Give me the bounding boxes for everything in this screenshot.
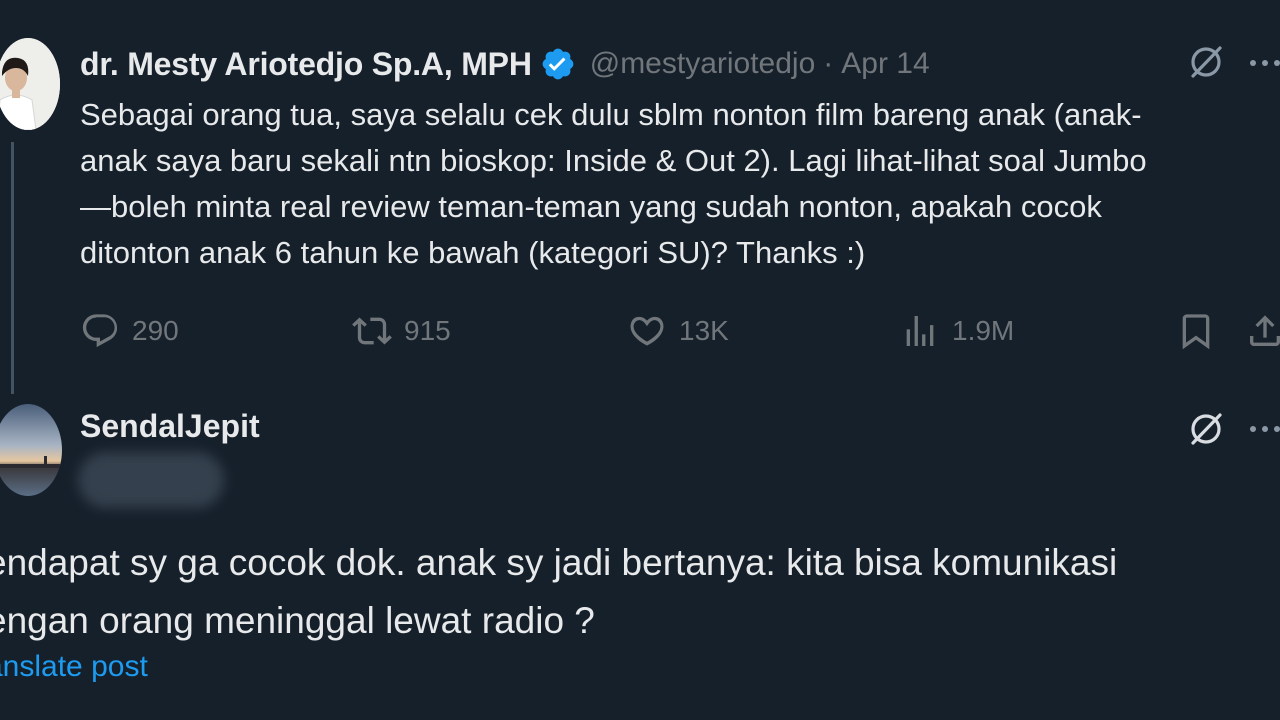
tweet-text-line: anak saya baru sekali ntn bioskop: Insid… (80, 143, 1147, 178)
thread-line (11, 142, 14, 394)
reply-avatar[interactable] (0, 404, 62, 496)
timeline: dr. Mesty Ariotedjo Sp.A, MPH @mestyario… (0, 0, 1280, 720)
repost-button[interactable]: 915 (352, 306, 451, 356)
like-count: 13K (679, 315, 729, 346)
repost-icon (352, 317, 392, 345)
author-name[interactable]: dr. Mesty Ariotedjo Sp.A, MPH (80, 46, 532, 83)
reply-text: endapat sy ga cocok dok. anak sy jadi be… (0, 534, 1280, 650)
views-button[interactable]: 1.9M (900, 306, 1014, 356)
more-icon[interactable] (1250, 426, 1280, 432)
tweet-text-line: ditonton anak 6 tahun ke bawah (kategori… (80, 235, 866, 270)
more-icon[interactable] (1250, 60, 1280, 66)
reply-text-line: engan orang meninggal lewat radio ? (0, 600, 595, 641)
views-count: 1.9M (952, 315, 1015, 346)
reply-count: 290 (132, 315, 179, 346)
tweet-actions: 290 915 13K 1.9M (0, 306, 1280, 356)
bookmark-button[interactable] (1176, 306, 1228, 356)
tweet-text: Sebagai orang tua, saya selalu cek dulu … (80, 92, 1280, 276)
reply-author-name[interactable]: SendalJepit (80, 408, 260, 445)
avatar[interactable] (0, 38, 60, 130)
translate-post-link[interactable]: anslate post (0, 650, 148, 684)
share-button[interactable] (1245, 306, 1280, 356)
repost-count: 915 (404, 315, 451, 346)
post-date[interactable]: Apr 14 (841, 47, 929, 81)
share-icon (1250, 315, 1280, 346)
blurred-handle (78, 452, 224, 508)
heart-icon (630, 316, 664, 346)
separator-dot: · (823, 47, 834, 80)
reply-icon (82, 314, 118, 348)
grok-icon[interactable] (1187, 43, 1225, 81)
tweet-header: dr. Mesty Ariotedjo Sp.A, MPH @mestyario… (80, 40, 930, 88)
author-handle[interactable]: @mestyariotedjo (590, 47, 816, 81)
views-icon (906, 316, 934, 346)
grok-icon[interactable] (1187, 410, 1225, 448)
like-button[interactable]: 13K (627, 306, 729, 356)
verified-badge-icon (540, 46, 576, 82)
tweet-text-line: —boleh minta real review teman-teman yan… (80, 189, 1102, 224)
reply-text-line: endapat sy ga cocok dok. anak sy jadi be… (0, 542, 1118, 583)
reply-button[interactable]: 290 (80, 306, 179, 356)
bookmark-icon (1182, 314, 1210, 350)
tweet-text-line: Sebagai orang tua, saya selalu cek dulu … (80, 97, 1142, 132)
